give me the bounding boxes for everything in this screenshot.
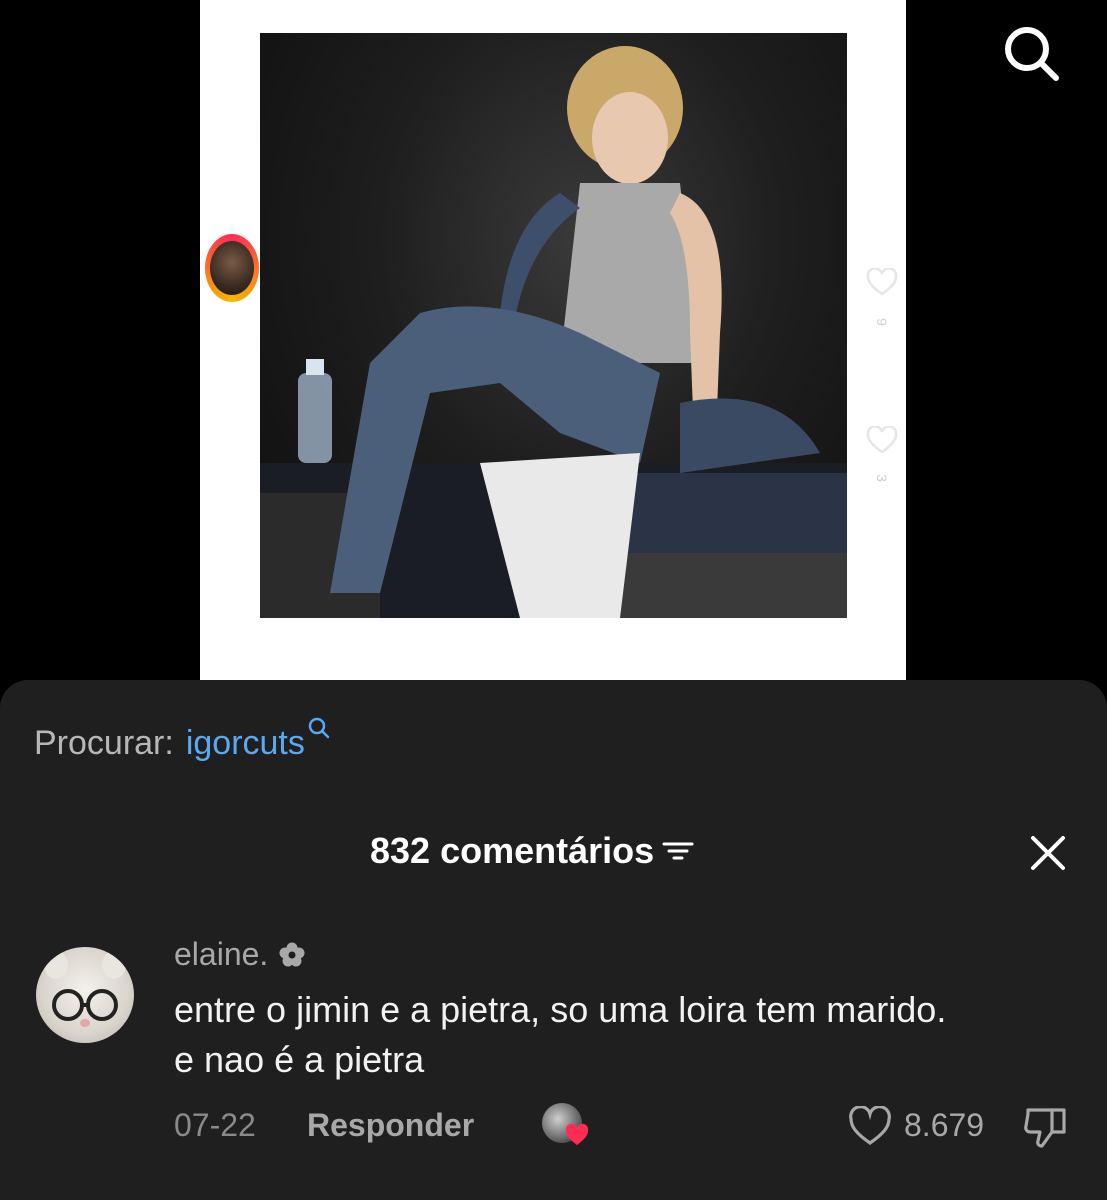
close-icon[interactable] bbox=[1028, 833, 1068, 873]
video-player[interactable]: 9 3 bbox=[0, 0, 1107, 700]
search-icon bbox=[308, 717, 330, 739]
comments-count: 832 comentários bbox=[370, 830, 655, 871]
side-like-count: 9 bbox=[874, 318, 890, 326]
search-icon[interactable] bbox=[1000, 22, 1062, 84]
liked-by-creator-badge bbox=[542, 1103, 594, 1147]
creator-avatar[interactable] bbox=[205, 234, 261, 304]
comments-header[interactable]: 832 comentários bbox=[370, 830, 694, 872]
dislike-icon[interactable] bbox=[1022, 1104, 1070, 1150]
comment-body: entre o jimin e a pietra, so uma loira t… bbox=[174, 989, 947, 1080]
heart-icon[interactable] bbox=[866, 268, 898, 296]
search-suggestion[interactable]: Procurar: igorcuts bbox=[34, 717, 331, 763]
search-term-link[interactable]: igorcuts bbox=[186, 724, 305, 763]
reply-button[interactable]: Responder bbox=[307, 1107, 474, 1144]
comment-username[interactable]: elaine. bbox=[174, 936, 306, 973]
like-count: 8.679 bbox=[904, 1107, 985, 1143]
username-text: elaine. bbox=[174, 936, 269, 972]
commenter-avatar[interactable] bbox=[36, 947, 134, 1043]
heart-icon bbox=[565, 1123, 589, 1145]
search-prefix: Procurar: bbox=[34, 724, 174, 762]
side-like-count: 3 bbox=[874, 474, 890, 482]
video-thumbnail bbox=[260, 33, 847, 618]
sort-icon[interactable] bbox=[662, 838, 694, 864]
heart-icon[interactable] bbox=[866, 426, 898, 454]
flower-icon bbox=[279, 942, 305, 966]
comment-date: 07-22 bbox=[174, 1107, 256, 1143]
heart-icon[interactable] bbox=[848, 1106, 892, 1146]
